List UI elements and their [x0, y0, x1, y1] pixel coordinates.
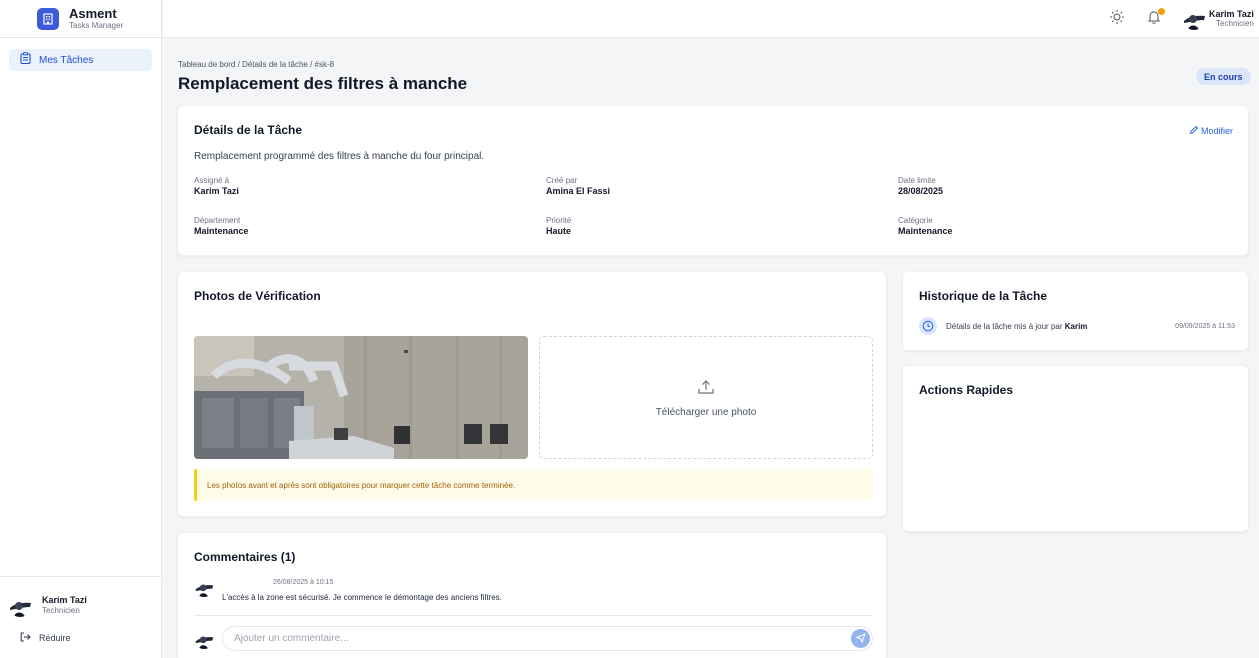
- sidebar-user-role: Technicien: [42, 606, 80, 615]
- comment-time: 26/08/2025 à 10:15: [273, 579, 334, 586]
- topbar: Karim Tazi Technicien: [163, 0, 1259, 38]
- field-value: Amina El Fassi: [546, 186, 611, 196]
- field-label: Créé par: [546, 176, 578, 185]
- edit-label: Modifier: [1200, 126, 1233, 136]
- sidebar-item-label: Mes Tâches: [39, 54, 94, 66]
- topbar-user-name: Karim Tazi: [1209, 8, 1254, 19]
- task-details-card: Détails de la Tâche Modifier Remplacemen…: [177, 105, 1249, 256]
- edit-button[interactable]: Modifier: [1189, 125, 1233, 137]
- field-label: Date limite: [898, 176, 936, 185]
- status-badge: En cours: [1196, 68, 1251, 85]
- task-description: Remplacement programmé des filtres à man…: [194, 151, 485, 162]
- pencil-icon: [1189, 125, 1199, 137]
- brand[interactable]: Asment Tasks Manager: [0, 0, 161, 38]
- page-title: Remplacement des filtres à manche: [178, 74, 468, 93]
- field-value: Maintenance: [194, 226, 249, 236]
- app-subtitle: Tasks Manager: [69, 20, 124, 30]
- upload-label: Télécharger une photo: [655, 406, 757, 418]
- field-created-by: Créé par Amina El Fassi: [546, 176, 610, 196]
- quick-actions-card: Actions Rapides: [902, 365, 1249, 532]
- photos-heading: Photos de Vérification: [194, 289, 321, 303]
- comments-heading: Commentaires (1): [194, 550, 296, 564]
- field-category: Catégorie Maintenance: [898, 216, 953, 236]
- clipboard-icon: [20, 51, 31, 69]
- comment-input[interactable]: [222, 626, 873, 651]
- details-heading: Détails de la Tâche: [194, 123, 303, 137]
- verification-photo[interactable]: [194, 336, 528, 459]
- logout-arrow-icon: [20, 629, 31, 647]
- sidebar-user[interactable]: Karim Tazi Technicien: [0, 577, 162, 623]
- sidebar: Asment Tasks Manager Mes Tâches Karim Ta…: [0, 0, 162, 658]
- photo-requirement-warning: Les photos avant et après sont obligatoi…: [194, 469, 873, 501]
- field-value: Maintenance: [898, 226, 953, 236]
- breadcrumb[interactable]: Tableau de bord / Détails de la tâche / …: [178, 60, 334, 69]
- sun-icon: [1109, 10, 1125, 29]
- sidebar-user-name: Karim Tazi: [42, 595, 87, 605]
- history-action: Détails de la tâche mis à jour par: [946, 321, 1063, 331]
- send-icon: [855, 630, 866, 648]
- history-text: Détails de la tâche mis à jour par Karim: [946, 322, 1175, 331]
- verification-photos-card: Photos de Vérification Télécharger une p…: [177, 271, 887, 517]
- sidebar-item-mes-taches[interactable]: Mes Tâches: [9, 49, 152, 71]
- app-name: Asment: [69, 5, 117, 21]
- theme-toggle-button[interactable]: [1109, 9, 1125, 30]
- field-deadline: Date limite 28/08/2025: [898, 176, 943, 196]
- comment-composer: [194, 626, 873, 651]
- comment-item: 26/08/2025 à 10:15 L'accès à la zone est…: [194, 577, 873, 602]
- task-history-card: Historique de la Tâche Détails de la tâc…: [902, 271, 1249, 351]
- field-assignee: Assigné à Karim Tazi: [194, 176, 239, 196]
- history-heading: Historique de la Tâche: [919, 289, 1048, 303]
- send-comment-button[interactable]: [851, 629, 870, 648]
- clock-icon: [919, 317, 937, 335]
- collapse-label: Réduire: [39, 633, 71, 643]
- notification-badge: [1158, 8, 1165, 15]
- field-label: Assigné à: [194, 176, 230, 185]
- avatar: [8, 593, 32, 617]
- avatar: [194, 577, 214, 597]
- field-value: Haute: [546, 226, 572, 236]
- field-value: 28/08/2025: [898, 186, 944, 196]
- divider: [194, 615, 873, 616]
- user-menu[interactable]: Karim Tazi Technicien: [1182, 6, 1254, 30]
- collapse-sidebar-button[interactable]: Réduire: [0, 627, 162, 649]
- field-priority: Priorité Haute: [546, 216, 571, 236]
- upload-icon: [697, 378, 715, 401]
- upload-photo-button[interactable]: Télécharger une photo: [539, 336, 873, 459]
- field-label: Catégorie: [898, 216, 933, 225]
- avatar: [194, 628, 214, 649]
- topbar-user-role: Technicien: [1216, 18, 1254, 28]
- building-icon: [37, 7, 59, 30]
- field-label: Département: [194, 216, 241, 225]
- sidebar-footer: Karim Tazi Technicien Réduire: [0, 576, 162, 649]
- avatar: [1182, 6, 1206, 30]
- history-user: Karim: [1064, 321, 1088, 331]
- field-department: Département Maintenance: [194, 216, 249, 236]
- comments-card: Commentaires (1) 26/08/2025 à 10:15 L'ac…: [177, 532, 887, 658]
- field-value: Karim Tazi: [194, 186, 239, 196]
- comment-text: L'accès à la zone est sécurisé. Je comme…: [222, 593, 502, 602]
- history-time: 09/09/2025 à 11:53: [1175, 322, 1235, 330]
- notifications-button[interactable]: [1146, 8, 1165, 30]
- quick-actions-heading: Actions Rapides: [919, 383, 1014, 397]
- history-entry: Détails de la tâche mis à jour par Karim…: [919, 317, 1235, 335]
- field-label: Priorité: [546, 216, 572, 225]
